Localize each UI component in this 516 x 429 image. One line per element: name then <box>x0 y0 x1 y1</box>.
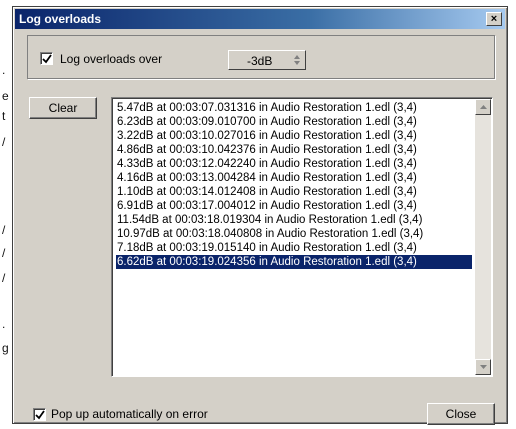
threshold-spinner[interactable]: -3dB <box>228 50 306 70</box>
list-item[interactable]: 4.86dB at 00:03:10.042376 in Audio Resto… <box>116 143 472 157</box>
overload-log-list[interactable]: 5.47dB at 00:03:07.031316 in Audio Resto… <box>111 97 493 377</box>
popup-on-error-label: Pop up automatically on error <box>51 407 208 421</box>
background-text-fragment: / <box>2 135 6 149</box>
background-text-fragment: g <box>2 341 9 355</box>
list-item[interactable]: 6.91dB at 00:03:17.004012 in Audio Resto… <box>116 199 472 213</box>
dialog-titlebar[interactable]: Log overloads × <box>15 9 505 29</box>
spinner-arrows-icon[interactable] <box>293 53 301 67</box>
list-item[interactable]: 3.22dB at 00:03:10.027016 in Audio Resto… <box>116 129 472 143</box>
list-item[interactable]: 11.54dB at 00:03:18.019304 in Audio Rest… <box>116 213 472 227</box>
background-text-fragment: . <box>2 317 6 331</box>
checkmark-icon <box>35 410 45 420</box>
scroll-down-button[interactable] <box>475 359 491 375</box>
popup-on-error-checkbox[interactable] <box>33 408 46 421</box>
close-glyph: × <box>490 12 498 25</box>
log-rows: 5.47dB at 00:03:07.031316 in Audio Resto… <box>116 101 472 269</box>
background-text-fragment: e <box>2 89 9 103</box>
background-text-fragment: . <box>2 63 6 77</box>
list-item[interactable]: 6.62dB at 00:03:19.024356 in Audio Resto… <box>116 255 472 269</box>
log-overloads-dialog: Log overloads × Log overloads over -3dB … <box>12 6 508 425</box>
log-overloads-checkbox[interactable] <box>40 52 53 65</box>
dialog-title: Log overloads <box>19 12 102 26</box>
clear-button[interactable]: Clear <box>29 97 97 119</box>
close-icon[interactable]: × <box>486 12 502 26</box>
close-button[interactable]: Close <box>427 403 495 425</box>
arrow-down-icon <box>479 365 487 369</box>
background-text-fragment: / <box>2 271 6 285</box>
list-item[interactable]: 4.16dB at 00:03:13.004284 in Audio Resto… <box>116 171 472 185</box>
list-item[interactable]: 7.18dB at 00:03:19.015140 in Audio Resto… <box>116 241 472 255</box>
background-text-fragment: t <box>2 109 6 123</box>
log-overloads-label: Log overloads over <box>60 52 163 66</box>
clear-button-label: Clear <box>48 101 78 115</box>
list-item[interactable]: 10.97dB at 00:03:18.040808 in Audio Rest… <box>116 227 472 241</box>
list-item[interactable]: 5.47dB at 00:03:07.031316 in Audio Resto… <box>116 101 472 115</box>
threshold-value: -3dB <box>247 54 273 68</box>
background-text-fragment: / <box>2 223 6 237</box>
vertical-scrollbar[interactable] <box>475 99 491 375</box>
checkmark-icon <box>42 54 52 64</box>
close-button-label: Close <box>445 407 477 421</box>
list-item[interactable]: 4.33dB at 00:03:12.042240 in Audio Resto… <box>116 157 472 171</box>
scroll-up-button[interactable] <box>475 99 491 115</box>
list-item[interactable]: 6.23dB at 00:03:09.010700 in Audio Resto… <box>116 115 472 129</box>
list-item[interactable]: 1.10dB at 00:03:14.012408 in Audio Resto… <box>116 185 472 199</box>
background-text-fragment: / <box>2 246 6 260</box>
log-overloads-group: Log overloads over -3dB <box>27 35 495 79</box>
arrow-up-icon <box>479 105 487 109</box>
